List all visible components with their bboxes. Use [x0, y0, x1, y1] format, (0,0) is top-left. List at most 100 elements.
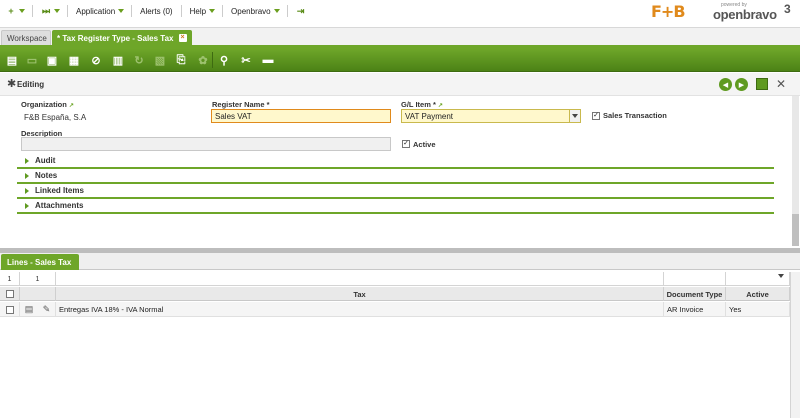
previous-record-icon[interactable]: ◀ — [719, 78, 732, 91]
section-audit-label: Audit — [35, 156, 56, 165]
nav-separator — [67, 5, 68, 17]
chevron-down-icon[interactable] — [778, 274, 784, 278]
cancel-icon[interactable]: ⊘ — [88, 52, 104, 68]
logout-icon[interactable]: ⇥ — [294, 5, 308, 17]
close-tab-icon[interactable]: × — [178, 34, 187, 42]
filter-count-cell: 1 — [0, 272, 20, 286]
application-menu-caret[interactable] — [117, 5, 125, 17]
add-icon[interactable]: + — [4, 5, 18, 17]
row-select-cell[interactable] — [0, 302, 20, 317]
edit-pencil-icon[interactable]: ✎ — [43, 304, 51, 315]
section-audit[interactable]: Audit — [17, 154, 774, 169]
form-scrollbar[interactable] — [792, 96, 799, 246]
user-menu-caret[interactable] — [273, 5, 281, 17]
description-field[interactable] — [21, 137, 391, 151]
nav-separator — [286, 5, 288, 17]
nav-separator — [180, 5, 182, 17]
form-scrollbar-thumb[interactable] — [792, 214, 799, 246]
section-notes[interactable]: Notes — [17, 169, 774, 184]
expand-arrow-icon — [25, 173, 29, 179]
gl-item-label-text: G/L Item * — [401, 100, 436, 109]
version-logo: 3 — [784, 2, 791, 16]
row-checkbox[interactable] — [5, 305, 14, 314]
column-header-document-type[interactable]: Document Type — [664, 287, 726, 301]
gl-item-label: G/L Item * ↗ — [401, 100, 443, 109]
expand-arrow-icon — [25, 158, 29, 164]
lines-grid: 1 1 Tax Document Type Active ▤ ✎ Entrega… — [0, 272, 800, 418]
open-form-icon[interactable]: ▤ — [25, 304, 34, 315]
application-menu[interactable]: Application — [74, 7, 117, 16]
active-cell: Yes — [726, 302, 790, 317]
window-tabs-bar: Workspace * Tax Register Type - Sales Ta… — [0, 27, 800, 46]
column-header-tax[interactable]: Tax — [56, 287, 664, 301]
grid-filter-row: 1 1 — [0, 272, 790, 286]
section-attachments-label: Attachments — [35, 201, 84, 210]
row-actions-header — [20, 287, 56, 301]
openbravo-logo: openbravo — [713, 7, 777, 22]
expand-arrow-icon — [25, 203, 29, 209]
row-actions-cell: ▤ ✎ — [20, 302, 56, 317]
section-linked-items[interactable]: Linked Items — [17, 184, 774, 199]
recent-menu-caret[interactable] — [53, 5, 61, 17]
select-all-checkbox[interactable] — [5, 290, 14, 298]
save-close-icon[interactable]: ▦ — [66, 52, 82, 68]
gl-item-select[interactable]: VAT Payment — [401, 109, 581, 123]
select-all-header[interactable] — [0, 287, 20, 301]
help-menu[interactable]: Help — [188, 7, 208, 16]
section-linked-items-label: Linked Items — [35, 186, 84, 195]
tab-lines-sales-tax[interactable]: Lines - Sales Tax — [1, 254, 79, 270]
user-menu[interactable]: Openbravo — [229, 7, 273, 16]
close-form-icon[interactable]: ✕ — [774, 77, 788, 91]
grid-scrollbar[interactable] — [790, 272, 800, 418]
next-record-icon[interactable]: ▶ — [735, 78, 748, 91]
link-icon[interactable]: ⚲ — [216, 52, 232, 68]
tab-workspace[interactable]: Workspace — [1, 30, 51, 46]
attachment-icon[interactable]: ⎘ — [173, 52, 189, 68]
sales-transaction-checkbox[interactable]: ✓ — [592, 112, 600, 120]
top-navigation-bar: + ⏭ Application Alerts (0) Help Openbrav… — [0, 0, 800, 26]
brand-logo: F+B — [651, 2, 686, 21]
add-menu-caret[interactable] — [18, 5, 26, 17]
active-checkbox[interactable]: ✓ — [402, 140, 410, 148]
chevron-down-icon[interactable] — [569, 110, 580, 122]
tax-cell: Entregas IVA 18% - IVA Normal — [56, 302, 664, 317]
tools-icon[interactable]: ✂ — [238, 52, 254, 68]
nav-separator — [222, 5, 224, 17]
alerts-link[interactable]: Alerts (0) — [138, 7, 174, 16]
export-icon[interactable]: ▧ — [152, 52, 168, 68]
active-label: Active — [413, 140, 436, 149]
new-row-icon[interactable]: ▭ — [24, 52, 40, 68]
organization-label: Organization ↗ — [21, 100, 74, 109]
column-header-active[interactable]: Active — [726, 287, 790, 301]
nav-separator — [131, 5, 133, 17]
new-document-icon[interactable]: ▤ — [4, 52, 20, 68]
link-arrow-icon[interactable]: ↗ — [69, 103, 74, 109]
fast-forward-icon[interactable]: ⏭ — [39, 5, 53, 17]
more-icon[interactable]: ▬ — [260, 52, 276, 68]
grid-header-row: Tax Document Type Active — [0, 287, 790, 301]
register-name-field[interactable]: Sales VAT — [211, 109, 391, 123]
organization-label-text: Organization — [21, 100, 67, 109]
delete-icon[interactable]: ▥ — [110, 52, 126, 68]
nav-separator — [32, 5, 33, 17]
print-icon[interactable]: ✿ — [195, 52, 211, 68]
tab-tax-register-type[interactable]: * Tax Register Type - Sales Tax × — [52, 30, 192, 46]
document-type-cell: AR Invoice — [664, 302, 726, 317]
document-type-filter[interactable] — [664, 272, 726, 286]
form-view: ✱ Editing ◀ ▶ ✕ Organization ↗ F&B España… — [0, 73, 800, 248]
form-status-bar: ✱ Editing ◀ ▶ ✕ — [0, 73, 800, 96]
help-menu-caret[interactable] — [208, 5, 216, 17]
table-row[interactable]: ▤ ✎ Entregas IVA 18% - IVA Normal AR Inv… — [0, 302, 790, 317]
toolbar-separator — [212, 52, 213, 68]
top-navigation: + ⏭ Application Alerts (0) Help Openbrav… — [4, 4, 308, 18]
maximize-icon[interactable] — [756, 78, 768, 90]
save-icon[interactable]: ▣ — [44, 52, 60, 68]
section-notes-label: Notes — [35, 171, 58, 180]
refresh-icon[interactable]: ↻ — [131, 52, 147, 68]
editing-icon: ✱ — [7, 78, 17, 90]
sales-transaction-label: Sales Transaction — [603, 111, 667, 120]
register-name-label: Register Name * — [212, 100, 270, 109]
gl-item-value: VAT Payment — [405, 112, 454, 121]
tax-filter[interactable] — [56, 272, 664, 286]
section-attachments[interactable]: Attachments — [17, 199, 774, 214]
